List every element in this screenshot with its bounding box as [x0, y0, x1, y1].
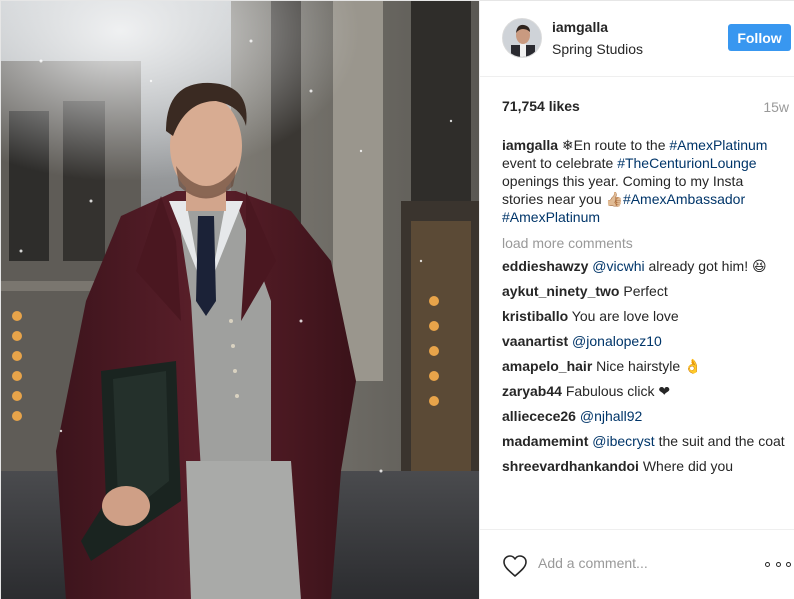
follow-button[interactable]: Follow	[728, 24, 791, 51]
avatar[interactable]	[502, 18, 542, 58]
comment-text: already got him! 😆	[644, 258, 767, 274]
comment-username[interactable]: madamemint	[502, 433, 588, 449]
caption-text: ❄En route to the	[558, 137, 670, 153]
caption-username[interactable]: iamgalla	[502, 137, 558, 153]
more-dot	[786, 561, 791, 567]
comment-item: shreevardhankandoi Where did you	[502, 457, 788, 475]
more-dot	[765, 561, 770, 567]
comment-username[interactable]: kristiballo	[502, 308, 568, 324]
caption-hashtag[interactable]: #AmexAmbassador	[623, 191, 745, 207]
post-time[interactable]: 15w	[763, 99, 789, 115]
instagram-post: iamgalla Spring Studios Follow 71,754 li…	[0, 0, 794, 599]
comment-username[interactable]: shreevardhankandoi	[502, 458, 639, 474]
more-dot	[775, 561, 781, 567]
comment-username[interactable]: amapelo_hair	[502, 358, 592, 374]
comment-item: kristiballo You are love love	[502, 307, 788, 325]
header-username[interactable]: iamgalla	[552, 19, 608, 35]
comment-item: madamemint @ibecryst the suit and the co…	[502, 432, 788, 450]
load-more-comments[interactable]: load more comments	[502, 234, 788, 252]
avatar-image	[503, 19, 541, 57]
heart-outline-icon[interactable]	[502, 554, 528, 578]
caption-hashtag[interactable]: #AmexPlatinum	[669, 137, 767, 153]
more-options-icon[interactable]	[765, 557, 791, 571]
post-caption: iamgalla ❄En route to the #AmexPlatinum …	[502, 136, 788, 226]
header-location[interactable]: Spring Studios	[552, 41, 643, 57]
caption-hashtag[interactable]: #AmexPlatinum	[502, 209, 600, 225]
comment-item: aykut_ninety_two Perfect	[502, 282, 788, 300]
comment-mention[interactable]: @ibecryst	[592, 433, 654, 449]
caption-hashtag[interactable]: #TheCenturionLounge	[617, 155, 756, 171]
comment-username[interactable]: eddieshawzy	[502, 258, 588, 274]
caption-text: event to celebrate	[502, 155, 618, 171]
comment-text: the suit and the coat	[654, 433, 785, 449]
comment-item: zaryab44 Fabulous click ❤	[502, 382, 788, 400]
comment-username[interactable]: alliecece26	[502, 408, 576, 424]
post-photo-image	[1, 1, 479, 599]
comment-username[interactable]: vaanartist	[502, 333, 568, 349]
comment-text: You are love love	[571, 308, 679, 324]
comment-text: Where did you	[642, 458, 734, 474]
comment-mention[interactable]: @vicwhi	[592, 258, 644, 274]
comment-mention[interactable]: @njhall92	[580, 408, 642, 424]
comment-item: amapelo_hair Nice hairstyle 👌	[502, 357, 788, 375]
comment-item: eddieshawzy @vicwhi already got him! 😆	[502, 257, 788, 275]
comments-list[interactable]: iamgalla ❄En route to the #AmexPlatinum …	[502, 136, 788, 529]
post-header: iamgalla Spring Studios Follow	[480, 1, 794, 77]
comment-mention[interactable]: @jonalopez10	[572, 333, 662, 349]
comment-footer: Add a comment...	[480, 529, 794, 599]
comment-username[interactable]: aykut_ninety_two	[502, 283, 619, 299]
comment-text: Nice hairstyle 👌	[596, 358, 702, 374]
post-photo[interactable]	[1, 1, 479, 599]
post-sidebar: iamgalla Spring Studios Follow 71,754 li…	[479, 1, 794, 599]
comment-item: alliecece26 @njhall92	[502, 407, 788, 425]
add-comment-input[interactable]: Add a comment...	[538, 555, 648, 571]
likes-count[interactable]: 71,754 likes	[502, 98, 580, 114]
comment-text: Fabulous click ❤	[565, 383, 671, 399]
comment-item: vaanartist @jonalopez10	[502, 332, 788, 350]
comment-text: Perfect	[623, 283, 668, 299]
comment-username[interactable]: zaryab44	[502, 383, 562, 399]
